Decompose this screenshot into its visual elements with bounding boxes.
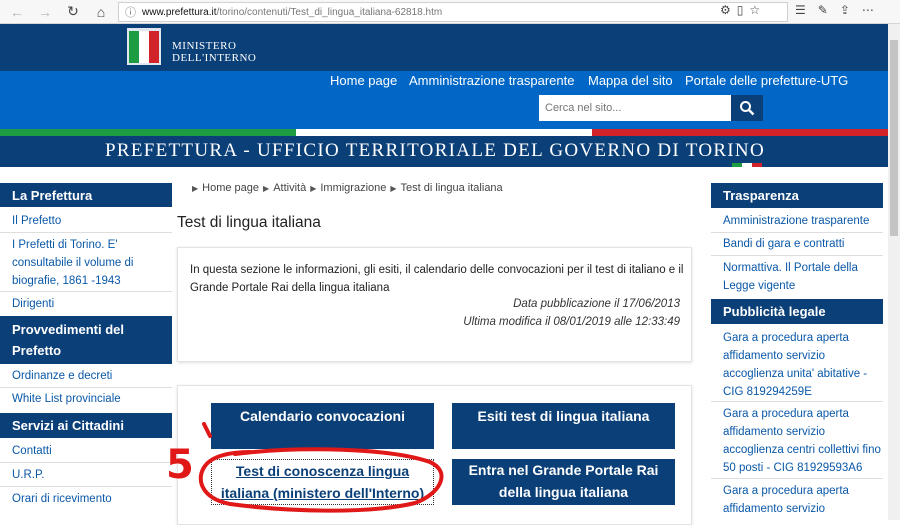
home-icon[interactable]: ⌂ (90, 1, 112, 23)
site-search (539, 95, 763, 121)
breadcrumb-attivita[interactable]: Attività (273, 182, 306, 194)
reading-view-icon[interactable]: ▯ (737, 3, 744, 17)
extension-icon[interactable]: ⚙ (720, 3, 731, 17)
more-icon[interactable]: ⋯ (862, 3, 874, 17)
mini-flag-icon (732, 163, 762, 167)
sidebar-link-gara-2[interactable]: Gara a procedura aperta affidamento serv… (723, 405, 883, 477)
ministry-line-2: DELL'INTERNO (172, 52, 257, 64)
url-path: /torino/contenuti/Test_di_lingua_italian… (216, 6, 443, 18)
sidebar-link-gara-1[interactable]: Gara a procedura aperta affidamento serv… (723, 329, 883, 401)
sidebar-heading-trasparenza[interactable]: Trasparenza (711, 183, 883, 208)
divider (711, 401, 883, 402)
sidebar-heading-pubblicita-legale[interactable]: Pubblicità legale (711, 299, 883, 324)
info-icon[interactable]: ⓘ (125, 4, 136, 20)
scrollbar-thumb[interactable] (890, 40, 898, 236)
sidebar-heading-la-prefettura[interactable]: La Prefettura (0, 183, 172, 207)
divider (711, 478, 883, 479)
breadcrumb-arrow-icon: ▶ (263, 184, 270, 193)
breadcrumb-arrow-icon: ▶ (310, 184, 317, 193)
pen-icon[interactable]: ✎ (818, 3, 828, 17)
back-arrow-icon[interactable]: ← (6, 1, 28, 23)
sidebar-link-contatti[interactable]: Contatti (12, 442, 167, 460)
sidebar-link-dirigenti[interactable]: Dirigenti (12, 295, 167, 313)
tile-calendario-convocazioni[interactable]: Calendario convocazioni (211, 403, 434, 449)
sidebar-link-bandi[interactable]: Bandi di gara e contratti (723, 235, 883, 253)
sidebar-link-normattiva[interactable]: Normattiva. Il Portale della Legge vigen… (723, 259, 883, 295)
divider (0, 232, 172, 233)
ministry-line-1: MINISTERO (172, 40, 237, 52)
search-input[interactable] (539, 95, 731, 121)
italian-flag-logo-icon (127, 28, 161, 65)
sidebar-link-amministrazione-trasparente[interactable]: Amministrazione trasparente (723, 212, 883, 230)
breadcrumb-home[interactable]: Home page (202, 182, 259, 194)
sidebar-link-urp[interactable]: U.R.P. (12, 466, 167, 484)
tile-test-conoscenza[interactable]: Test di conoscenza lingua italiana (mini… (211, 459, 434, 505)
sidebar-heading-provvedimenti[interactable]: Provvedimenti del Prefetto (0, 316, 172, 364)
address-bar[interactable]: ⓘ www.prefettura.it/torino/contenuti/Tes… (118, 2, 788, 22)
divider (711, 232, 883, 233)
modified-date: Ultima modifica il 08/01/2019 alle 12:33… (463, 316, 680, 328)
divider (0, 291, 172, 292)
sidebar-link-il-prefetto[interactable]: Il Prefetto (12, 212, 167, 230)
breadcrumb-current: Test di lingua italiana (400, 182, 503, 194)
nav-home-page[interactable]: Home page (330, 73, 397, 88)
tile-portale-rai[interactable]: Entra nel Grande Portale Rai della lingu… (452, 459, 675, 505)
publish-date: Data pubblicazione il 17/06/2013 (513, 298, 680, 310)
refresh-icon[interactable]: ↻ (62, 1, 84, 23)
search-button[interactable] (731, 95, 763, 121)
url-host: www.prefettura.it (142, 6, 217, 18)
divider (711, 255, 883, 256)
breadcrumb-arrow-icon: ▶ (390, 184, 397, 193)
forward-arrow-icon[interactable]: → (34, 1, 56, 23)
nav-portale-prefetture[interactable]: Portale delle prefetture-UTG (685, 73, 848, 88)
page-title: Test di lingua italiana (177, 214, 321, 231)
sidebar-link-gara-3[interactable]: Gara a procedura aperta affidamento serv… (723, 482, 883, 518)
nav-amministrazione-trasparente[interactable]: Amministrazione trasparente (409, 73, 574, 88)
sidebar-link-ordinanze[interactable]: Ordinanze e decreti (12, 367, 167, 385)
sidebar-heading-servizi[interactable]: Servizi ai Cittadini (0, 413, 172, 438)
favorite-star-icon[interactable]: ☆ (749, 3, 760, 17)
divider (0, 486, 172, 487)
sidebar-link-prefetti-torino[interactable]: I Prefetti di Torino. E' consultabile il… (12, 236, 162, 290)
breadcrumb-arrow-icon: ▶ (192, 184, 199, 193)
sidebar-link-white-list[interactable]: White List provinciale (12, 390, 167, 408)
breadcrumb: ▶ Home page ▶ Attività ▶ Immigrazione ▶ … (192, 182, 503, 194)
favorites-list-icon[interactable]: ☰ (795, 3, 806, 17)
ministry-name: MINISTERO DELL'INTERNO (172, 40, 256, 64)
divider (0, 387, 172, 388)
intro-text: In questa sezione le informazioni, gli e… (190, 264, 684, 294)
sidebar-link-orari[interactable]: Orari di ricevimento (12, 490, 167, 508)
divider (0, 462, 172, 463)
breadcrumb-immigrazione[interactable]: Immigrazione (320, 182, 386, 194)
share-icon[interactable]: ⇪ (840, 3, 850, 17)
nav-mappa-del-sito[interactable]: Mappa del sito (588, 73, 673, 88)
search-icon (740, 101, 755, 116)
tile-esiti-test[interactable]: Esiti test di lingua italiana (452, 403, 675, 449)
tricolor-stripe (0, 129, 888, 136)
prefecture-title: PREFETTURA - UFFICIO TERRITORIALE DEL GO… (105, 140, 765, 161)
